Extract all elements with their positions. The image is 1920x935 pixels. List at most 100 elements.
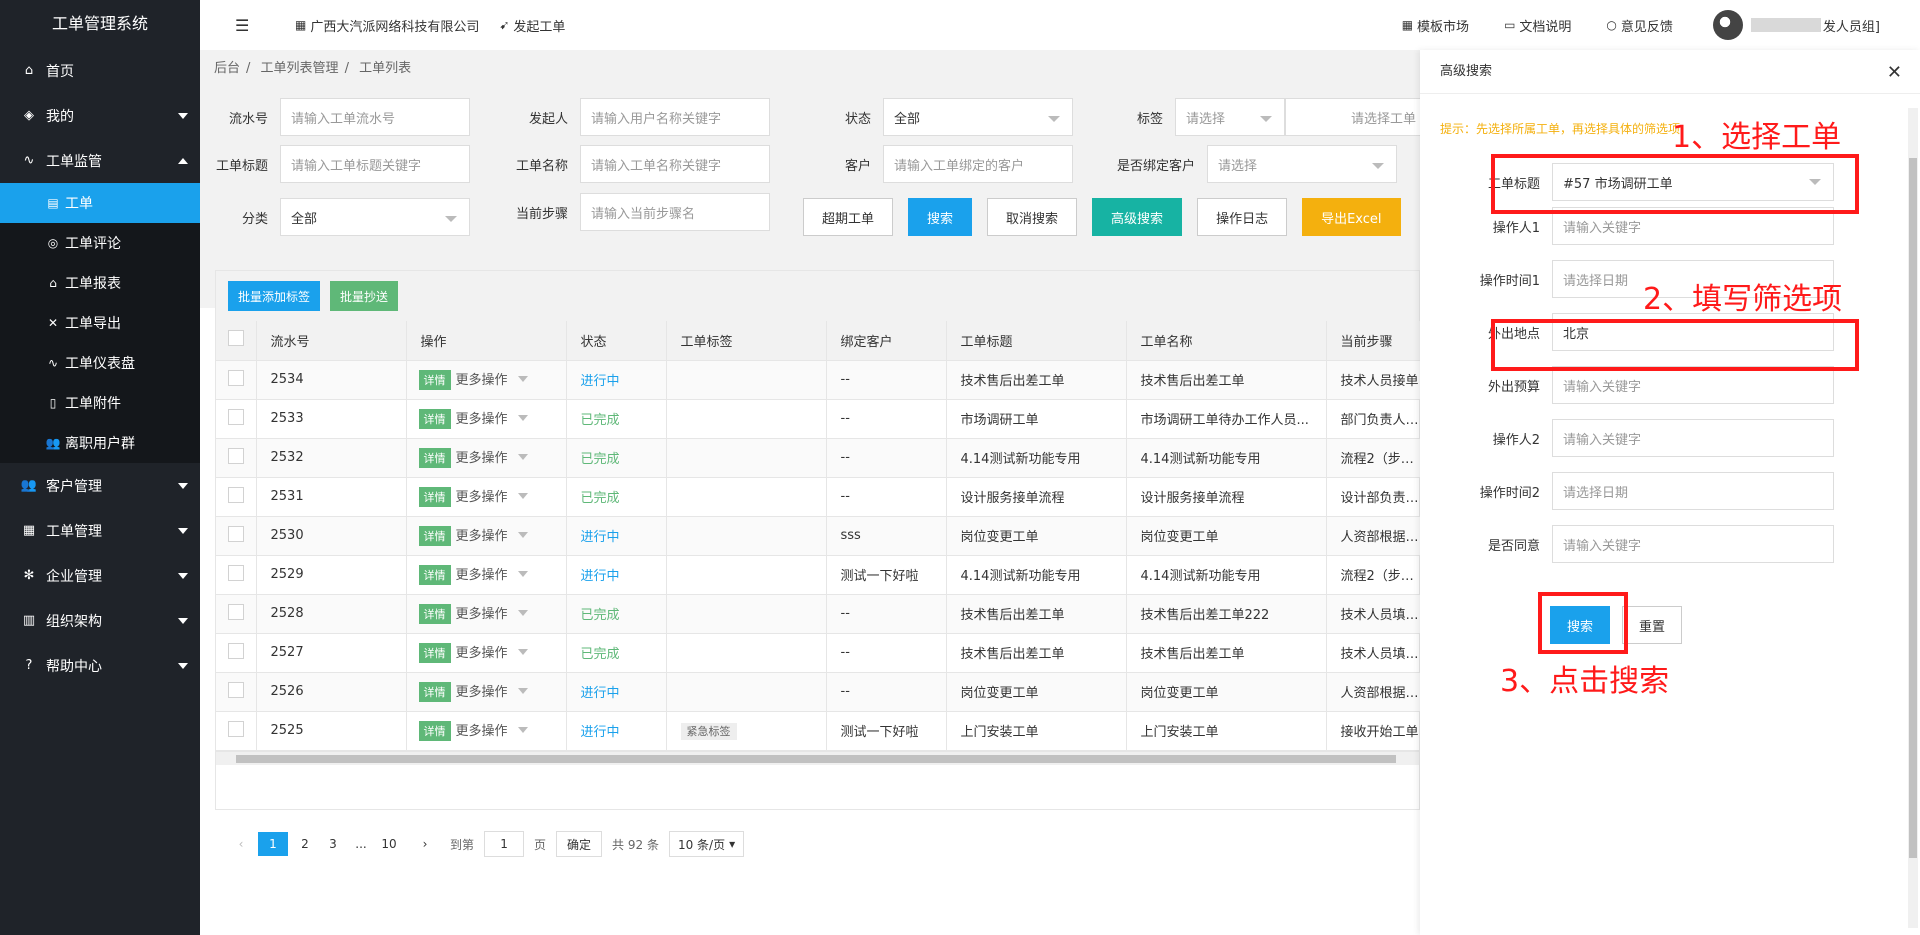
more-actions-dropdown[interactable]: 更多操作 bbox=[456, 447, 528, 466]
page-number[interactable]: 2 bbox=[294, 832, 316, 856]
row-checkbox[interactable] bbox=[228, 681, 244, 698]
sidebar-item-ticket-monitor[interactable]: ∿ 工单监管 bbox=[0, 138, 200, 183]
sidebar-item-ticket-attachment[interactable]: ▯ 工单附件 bbox=[0, 383, 200, 423]
outing-budget-input[interactable]: 请输入关键字 bbox=[1552, 366, 1834, 404]
sidebar-item-home[interactable]: ⌂ 首页 bbox=[0, 48, 200, 93]
operate-time2-input[interactable]: 请选择日期 bbox=[1552, 472, 1834, 510]
prev-page-icon[interactable]: ‹ bbox=[230, 832, 252, 856]
detail-button[interactable]: 详情 bbox=[418, 721, 451, 741]
sidebar-item-ticket-export[interactable]: ✕ 工单导出 bbox=[0, 303, 200, 343]
sidebar-item-ticket[interactable]: ▤ 工单 bbox=[0, 183, 200, 223]
sidebar-item-ticket-report[interactable]: ⌂ 工单报表 bbox=[0, 263, 200, 303]
scrollbar-thumb[interactable] bbox=[236, 754, 1396, 763]
detail-button[interactable]: 详情 bbox=[418, 370, 451, 390]
company-switch[interactable]: ▦ 广西大汽派网络科技有限公司 bbox=[295, 16, 479, 35]
page-size-select[interactable]: 10 条/页 ▾ bbox=[668, 831, 745, 857]
batch-tag-button[interactable]: 批量添加标签 bbox=[228, 281, 321, 311]
breadcrumb-item[interactable]: 工单列表管理 bbox=[261, 61, 339, 76]
cancel-search-button[interactable]: 取消搜索 bbox=[987, 198, 1078, 236]
sidebar-item-help[interactable]: ? 帮助中心 bbox=[0, 643, 200, 688]
more-actions-dropdown[interactable]: 更多操作 bbox=[456, 525, 528, 544]
sidebar-item-customer[interactable]: 👥 客户管理 bbox=[0, 463, 200, 508]
sidebar-item-ticket-manage[interactable]: ▦ 工单管理 bbox=[0, 508, 200, 553]
sidebar-item-ticket-comment[interactable]: ◎ 工单评论 bbox=[0, 223, 200, 263]
sidebar-item-enterprise[interactable]: ✻ 企业管理 bbox=[0, 553, 200, 598]
status-select[interactable]: 全部 bbox=[883, 98, 1073, 136]
row-checkbox[interactable] bbox=[228, 642, 244, 659]
category-select[interactable]: 全部 bbox=[280, 198, 470, 236]
cell-serial: 2531 bbox=[256, 477, 407, 517]
feedback-link[interactable]: ○ 意见反馈 bbox=[1606, 16, 1673, 35]
detail-button[interactable]: 详情 bbox=[418, 682, 451, 702]
initiator-input[interactable]: 请输入用户名称关键字 bbox=[580, 98, 770, 136]
serial-input[interactable]: 请输入工单流水号 bbox=[280, 98, 470, 136]
more-actions-dropdown[interactable]: 更多操作 bbox=[456, 720, 528, 739]
breadcrumb-item[interactable]: 后台 bbox=[214, 61, 240, 76]
column-header[interactable]: 流水号 bbox=[256, 321, 407, 361]
page-number[interactable]: 3 bbox=[322, 832, 344, 856]
more-actions-dropdown[interactable]: 更多操作 bbox=[456, 564, 528, 583]
more-actions-dropdown[interactable]: 更多操作 bbox=[456, 642, 528, 661]
more-actions-dropdown[interactable]: 更多操作 bbox=[456, 486, 528, 505]
close-icon[interactable]: ✕ bbox=[1887, 62, 1902, 83]
new-ticket-link[interactable]: ➹ 发起工单 bbox=[499, 16, 565, 35]
detail-button[interactable]: 详情 bbox=[418, 643, 451, 663]
row-checkbox[interactable] bbox=[228, 720, 244, 737]
ticket-name-input[interactable]: 请输入工单名称关键字 bbox=[580, 145, 770, 183]
tag-select[interactable]: 请选择 bbox=[1175, 98, 1285, 136]
cell-tag bbox=[666, 360, 827, 400]
detail-button[interactable]: 详情 bbox=[418, 565, 451, 585]
bind-customer-select[interactable]: 请选择 bbox=[1207, 145, 1397, 183]
row-checkbox[interactable] bbox=[228, 603, 244, 620]
goto-confirm-button[interactable]: 确定 bbox=[556, 831, 603, 857]
more-actions-dropdown[interactable]: 更多操作 bbox=[456, 681, 528, 700]
search-button[interactable]: 搜索 bbox=[908, 198, 973, 236]
operation-log-button[interactable]: 操作日志 bbox=[1197, 198, 1288, 236]
page-number[interactable]: 10 bbox=[378, 832, 400, 856]
user-menu[interactable]: 发人员组] bbox=[1750, 16, 1880, 35]
more-actions-dropdown[interactable]: 更多操作 bbox=[456, 603, 528, 622]
detail-button[interactable]: 详情 bbox=[418, 487, 451, 507]
goto-page-input[interactable]: 1 bbox=[484, 831, 525, 857]
docs-link[interactable]: ▭ 文档说明 bbox=[1504, 16, 1571, 35]
vertical-scrollbar[interactable] bbox=[1908, 108, 1918, 928]
detail-button[interactable]: 详情 bbox=[418, 409, 451, 429]
row-checkbox[interactable] bbox=[228, 486, 244, 503]
export-excel-button[interactable]: 导出Excel bbox=[1302, 198, 1401, 236]
sidebar-item-org[interactable]: ▥ 组织架构 bbox=[0, 598, 200, 643]
row-checkbox[interactable] bbox=[228, 564, 244, 581]
more-actions-dropdown[interactable]: 更多操作 bbox=[456, 408, 528, 427]
circle-icon: ○ bbox=[1606, 18, 1617, 32]
column-header[interactable]: 状态 bbox=[566, 321, 667, 361]
detail-button[interactable]: 详情 bbox=[418, 526, 451, 546]
avatar[interactable] bbox=[1712, 10, 1743, 40]
row-checkbox[interactable] bbox=[228, 525, 244, 542]
agree-input[interactable]: 请输入关键字 bbox=[1552, 525, 1834, 563]
row-checkbox[interactable] bbox=[228, 408, 244, 425]
drawer-reset-button[interactable]: 重置 bbox=[1622, 606, 1683, 644]
template-market-link[interactable]: ▦ 模板市场 bbox=[1402, 16, 1469, 35]
batch-cc-button[interactable]: 批量抄送 bbox=[330, 281, 399, 311]
cell-customer: 测试一下好啦 bbox=[826, 555, 947, 595]
step-input[interactable]: 请输入当前步骤名 bbox=[580, 193, 770, 231]
select-all-checkbox[interactable] bbox=[228, 330, 244, 347]
detail-button[interactable]: 详情 bbox=[418, 448, 451, 468]
sidebar-item-resigned-users[interactable]: 👥 离职用户群 bbox=[0, 423, 200, 463]
next-page-icon[interactable]: › bbox=[414, 832, 436, 856]
advanced-search-button[interactable]: 高级搜索 bbox=[1092, 198, 1183, 236]
scrollbar-thumb[interactable] bbox=[1909, 158, 1917, 858]
row-checkbox[interactable] bbox=[228, 369, 244, 386]
detail-button[interactable]: 详情 bbox=[418, 604, 451, 624]
operator2-input[interactable]: 请输入关键字 bbox=[1552, 419, 1834, 457]
horizontal-scrollbar[interactable] bbox=[216, 750, 1419, 765]
ticket-title-input[interactable]: 请输入工单标题关键字 bbox=[280, 145, 470, 183]
sidebar-item-mine[interactable]: ◈ 我的 bbox=[0, 93, 200, 138]
sidebar-item-ticket-dashboard[interactable]: ∿ 工单仪表盘 bbox=[0, 343, 200, 383]
row-checkbox[interactable] bbox=[228, 447, 244, 464]
overdue-button[interactable]: 超期工单 bbox=[803, 198, 894, 236]
tag-ticket-select[interactable]: 请选择工单 bbox=[1285, 98, 1425, 136]
menu-toggle-icon[interactable]: ☰ bbox=[235, 16, 275, 35]
more-actions-dropdown[interactable]: 更多操作 bbox=[456, 369, 528, 388]
customer-input[interactable]: 请输入工单绑定的客户 bbox=[883, 145, 1073, 183]
page-number[interactable]: 1 bbox=[258, 832, 288, 856]
